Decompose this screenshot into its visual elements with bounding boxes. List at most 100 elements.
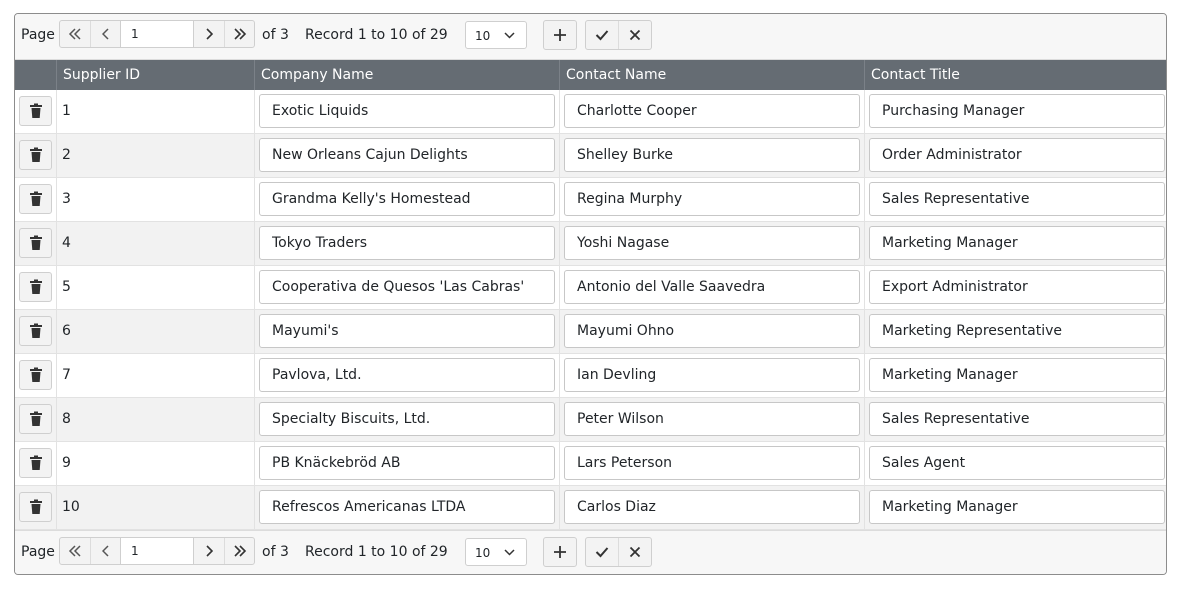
contact-name-cell [559,354,864,398]
company-name-input[interactable] [259,226,555,260]
company-name-cell [254,354,559,398]
last-page-button[interactable] [224,538,254,564]
page-label: Page [21,27,55,43]
contact-name-input[interactable] [564,446,860,480]
contact-name-input[interactable] [564,314,860,348]
company-name-input[interactable] [259,94,555,128]
cancel-button[interactable] [618,538,651,566]
save-button[interactable] [586,538,618,566]
page-size-select[interactable]: 10 [465,538,527,566]
supplier-id-cell: 5 [56,266,254,310]
contact-title-input[interactable] [869,226,1165,260]
header-supplier-id[interactable]: Supplier ID [56,60,254,90]
page-number-input[interactable] [120,538,194,564]
company-name-input[interactable] [259,270,555,304]
trash-icon [29,367,42,382]
contact-title-input[interactable] [869,270,1165,304]
contact-name-input[interactable] [564,226,860,260]
contact-name-input[interactable] [564,182,860,216]
company-name-cell [254,486,559,530]
supplier-id-value: 3 [62,191,71,207]
prev-page-button[interactable] [90,538,120,564]
page-nav [59,20,255,48]
company-name-input[interactable] [259,138,555,172]
chevron-left-icon [101,545,109,557]
edit-actions [585,537,652,567]
x-icon [629,29,641,41]
plus-icon [554,546,566,558]
x-icon [629,546,641,558]
header-company-name[interactable]: Company Name [254,60,559,90]
contact-title-cell [864,222,1166,266]
table-row: 10 [15,486,1166,530]
delete-row-button[interactable] [19,492,52,522]
last-page-button[interactable] [224,21,254,47]
chevron-down-icon [504,549,515,556]
trash-icon [29,235,42,250]
contact-title-input[interactable] [869,402,1165,436]
supplier-id-value: 8 [62,411,71,427]
company-name-input[interactable] [259,314,555,348]
delete-row-button[interactable] [19,96,52,126]
contact-name-cell [559,266,864,310]
page-size-value: 10 [475,29,491,43]
page-number-input[interactable] [120,21,194,47]
add-button[interactable] [543,537,577,567]
first-page-button[interactable] [60,21,90,47]
supplier-id-value: 1 [62,103,71,119]
contact-title-input[interactable] [869,358,1165,392]
contact-title-input[interactable] [869,138,1165,172]
record-label: Record 1 to 10 of 29 [305,544,448,560]
contact-title-input[interactable] [869,446,1165,480]
contact-title-input[interactable] [869,490,1165,524]
contact-name-input[interactable] [564,138,860,172]
contact-title-input[interactable] [869,94,1165,128]
delete-row-button[interactable] [19,316,52,346]
cancel-button[interactable] [618,21,651,49]
add-button[interactable] [543,20,577,50]
trash-icon [29,191,42,206]
prev-page-button[interactable] [90,21,120,47]
trash-icon [29,323,42,338]
chevron-right-icon [206,545,213,557]
contact-name-input[interactable] [564,402,860,436]
delete-row-button[interactable] [19,404,52,434]
table-row: 8 [15,398,1166,442]
save-button[interactable] [586,21,618,49]
company-name-input[interactable] [259,182,555,216]
company-name-input[interactable] [259,490,555,524]
contact-name-input[interactable] [564,270,860,304]
company-name-input[interactable] [259,358,555,392]
delete-row-button[interactable] [19,360,52,390]
next-page-button[interactable] [194,538,224,564]
row-actions-cell [15,90,56,134]
page-size-select[interactable]: 10 [465,21,527,49]
header-contact-name[interactable]: Contact Name [559,60,864,90]
contact-name-input[interactable] [564,358,860,392]
company-name-cell [254,90,559,134]
contact-title-cell [864,486,1166,530]
first-page-button[interactable] [60,538,90,564]
page-size-value: 10 [475,546,491,560]
contact-title-cell [864,178,1166,222]
company-name-input[interactable] [259,402,555,436]
contact-name-cell [559,486,864,530]
company-name-cell [254,266,559,310]
contact-title-input[interactable] [869,314,1165,348]
company-name-input[interactable] [259,446,555,480]
table-row: 5 [15,266,1166,310]
record-label: Record 1 to 10 of 29 [305,27,448,43]
delete-row-button[interactable] [19,184,52,214]
contact-name-input[interactable] [564,490,860,524]
supplier-id-cell: 4 [56,222,254,266]
header-contact-title[interactable]: Contact Title [864,60,1166,90]
next-page-button[interactable] [194,21,224,47]
supplier-id-cell: 7 [56,354,254,398]
contact-name-input[interactable] [564,94,860,128]
delete-row-button[interactable] [19,272,52,302]
delete-row-button[interactable] [19,228,52,258]
contact-title-input[interactable] [869,182,1165,216]
delete-row-button[interactable] [19,140,52,170]
delete-row-button[interactable] [19,448,52,478]
page-count-label: of 3 [262,544,289,560]
